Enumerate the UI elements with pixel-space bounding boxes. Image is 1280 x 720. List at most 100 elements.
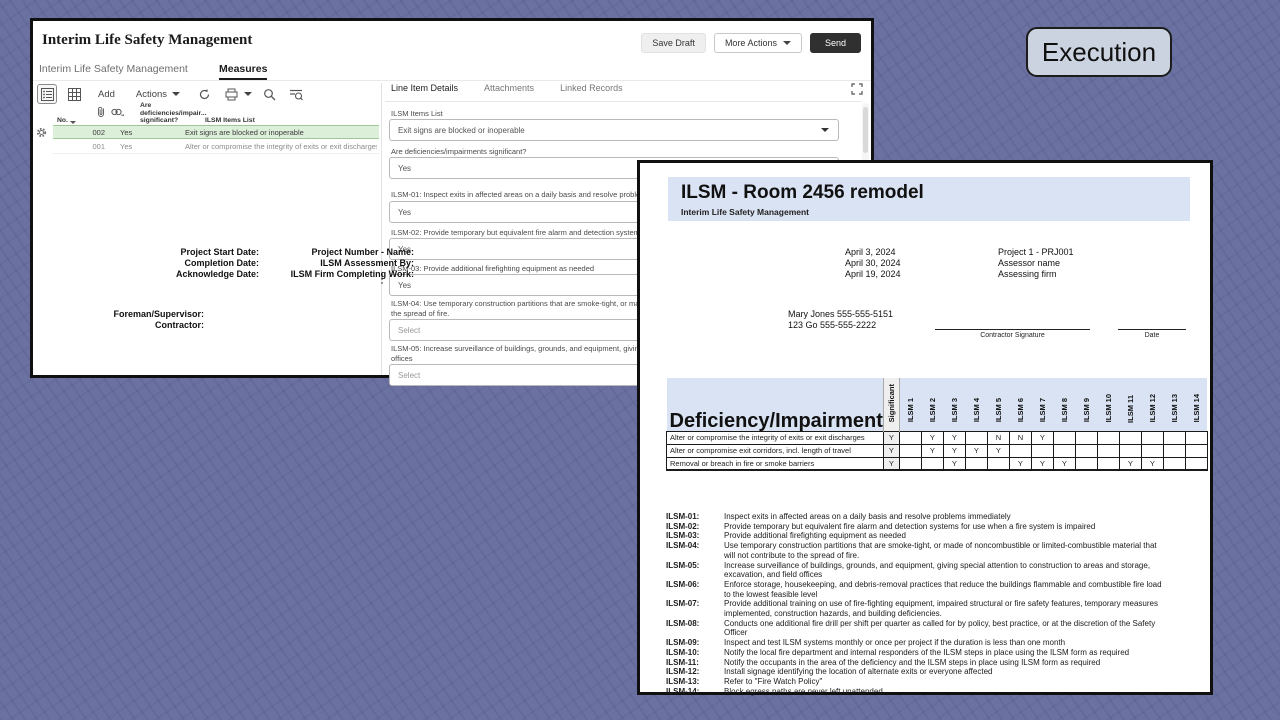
print-icon[interactable]: [221, 84, 241, 104]
definition-item: ILSM-08:Conducts one additional fire dri…: [666, 619, 1166, 638]
matrix-cell: [899, 457, 921, 470]
definition-item: ILSM-13:Refer to "Fire Watch Policy": [666, 677, 1166, 687]
matrix-cell: [1009, 444, 1031, 457]
save-draft-button[interactable]: Save Draft: [641, 33, 706, 53]
info-value: April 30, 2024: [845, 258, 901, 268]
expand-panel-icon[interactable]: [851, 83, 863, 95]
actions-label: Actions: [136, 89, 167, 100]
definition-code: ILSM-08:: [666, 619, 712, 638]
dropdown-value: Exit signs are blocked or inoperable: [398, 126, 525, 135]
header-actions: Save Draft More Actions Send: [641, 33, 861, 53]
gear-icon[interactable]: [36, 127, 47, 138]
matrix-cell: Y: [943, 457, 965, 470]
info-value: Project 1 - PRJ001: [998, 247, 1074, 257]
matrix-cell: [1185, 457, 1207, 470]
matrix-cell: [1185, 431, 1207, 444]
matrix-row: Alter or compromise exit corridors, incl…: [667, 444, 1208, 457]
info-value: April 3, 2024: [845, 247, 896, 257]
select-placeholder: Select: [398, 371, 420, 380]
add-button[interactable]: Add: [91, 89, 122, 100]
matrix-row: Alter or compromise the integrity of exi…: [667, 431, 1208, 444]
matrix-cell: [1141, 444, 1163, 457]
definition-text: Enforce storage, housekeeping, and debri…: [712, 580, 1166, 599]
definition-code: ILSM-05:: [666, 561, 712, 580]
definition-text: Inspect exits in affected areas on a dai…: [712, 512, 1166, 522]
matrix-cell: [1163, 444, 1185, 457]
info-value: Assessing firm: [998, 269, 1057, 279]
link-column-icon[interactable]: [111, 101, 125, 124]
tab-measures[interactable]: Measures: [219, 63, 267, 80]
page-title: Interim Life Safety Management: [42, 32, 252, 49]
matrix-cell: Y: [921, 444, 943, 457]
contact-value: Mary Jones 555-555-5151: [788, 309, 893, 319]
info-value: Assessor name: [998, 258, 1060, 268]
matrix-header-row: Deficiency/Impairment Significant ILSM 1…: [667, 378, 1208, 431]
table-row[interactable]: 001 Yes Alter or compromise the integrit…: [53, 140, 379, 154]
definition-text: Notify the local fire department and int…: [712, 648, 1166, 658]
tab-linked-records[interactable]: Linked Records: [560, 83, 623, 101]
tab-attachments[interactable]: Attachments: [484, 83, 534, 101]
definition-text: Increase surveillance of buildings, grou…: [712, 561, 1166, 580]
col-significant: Significant: [887, 381, 896, 425]
definition-item: ILSM-14:Block egress paths are never lef…: [666, 687, 1166, 697]
matrix-cell: [1163, 457, 1185, 470]
matrix-cell: [965, 431, 987, 444]
definition-text: Notify the occupants in the area of the …: [712, 658, 1166, 668]
matrix-row: Removal or breach in fire or smoke barri…: [667, 457, 1208, 470]
definition-text: Inspect and test ILSM systems monthly or…: [712, 638, 1166, 648]
search-icon[interactable]: [259, 84, 279, 104]
refresh-icon[interactable]: [194, 84, 214, 104]
matrix-cell: [1053, 444, 1075, 457]
col-ilsm-12: ILSM 12: [1148, 391, 1157, 425]
definition-item: ILSM-05:Increase surveillance of buildin…: [666, 561, 1166, 580]
definition-text: Provide additional firefighting equipmen…: [712, 531, 1166, 541]
info-label: Project Start Date:: [180, 247, 259, 257]
chevron-down-icon: [821, 128, 829, 132]
actions-menu-button[interactable]: Actions: [129, 89, 187, 100]
panel-divider: [385, 101, 861, 102]
definition-item: ILSM-02:Provide temporary but equivalent…: [666, 522, 1166, 532]
col-ilsm-2: ILSM 2: [928, 395, 937, 425]
panel-splitter[interactable]: [381, 83, 382, 375]
column-significant[interactable]: Are deficiencies/impair... significant?: [140, 102, 207, 124]
measures-table-header: No. Are deficiencies/impair... significa…: [53, 105, 379, 125]
definition-code: ILSM-09:: [666, 638, 712, 648]
matrix-cell: [1053, 431, 1075, 444]
matrix-cell: N: [1009, 431, 1031, 444]
record-tabs: Interim Life Safety Management Measures: [33, 61, 871, 81]
column-ilsm-items-list[interactable]: ILSM Items List: [205, 117, 255, 124]
matrix-cell: Y: [1031, 431, 1053, 444]
matrix-cell: Y: [943, 444, 965, 457]
document-title: ILSM - Room 2456 remodel: [681, 182, 924, 204]
info-value: April 19, 2024: [845, 269, 901, 279]
definition-code: ILSM-13:: [666, 677, 712, 687]
matrix-cell: [1075, 444, 1097, 457]
no-header-label: No.: [57, 117, 68, 124]
document-banner: ILSM - Room 2456 remodel Interim Life Sa…: [668, 177, 1190, 221]
contractor-signature-line: Contractor Signature: [935, 329, 1090, 339]
search-rows-icon[interactable]: [286, 84, 306, 104]
matrix-cell: Y: [921, 431, 943, 444]
send-button[interactable]: Send: [810, 33, 861, 53]
tab-line-item-details[interactable]: Line Item Details: [391, 83, 458, 101]
col-ilsm-1: ILSM 1: [906, 395, 915, 425]
deficiency-matrix-table: Deficiency/Impairment Significant ILSM 1…: [666, 378, 1208, 471]
more-actions-button[interactable]: More Actions: [714, 33, 802, 53]
column-no[interactable]: No.: [57, 117, 76, 124]
attachment-column-icon[interactable]: [97, 99, 105, 124]
print-options-chevron-icon[interactable]: [244, 92, 252, 96]
col-ilsm-9: ILSM 9: [1082, 395, 1091, 425]
more-actions-label: More Actions: [725, 38, 777, 48]
form-view-icon[interactable]: [37, 84, 57, 104]
matrix-cell: Y: [943, 431, 965, 444]
matrix-cell: [1119, 431, 1141, 444]
scrollbar-thumb[interactable]: [863, 107, 868, 153]
matrix-cell: N: [987, 431, 1009, 444]
tab-interim-life-safety-management[interactable]: Interim Life Safety Management: [39, 63, 188, 75]
grid-view-icon[interactable]: [64, 84, 84, 104]
ilsm-definitions-list: ILSM-01:Inspect exits in affected areas …: [666, 512, 1166, 696]
definition-text: Block egress paths are never left unatte…: [712, 687, 1166, 697]
col-ilsm-10: ILSM 10: [1104, 391, 1113, 425]
ilsm-items-list-dropdown[interactable]: Exit signs are blocked or inoperable: [389, 119, 839, 141]
table-row[interactable]: 002 Yes Exit signs are blocked or inoper…: [53, 125, 379, 139]
